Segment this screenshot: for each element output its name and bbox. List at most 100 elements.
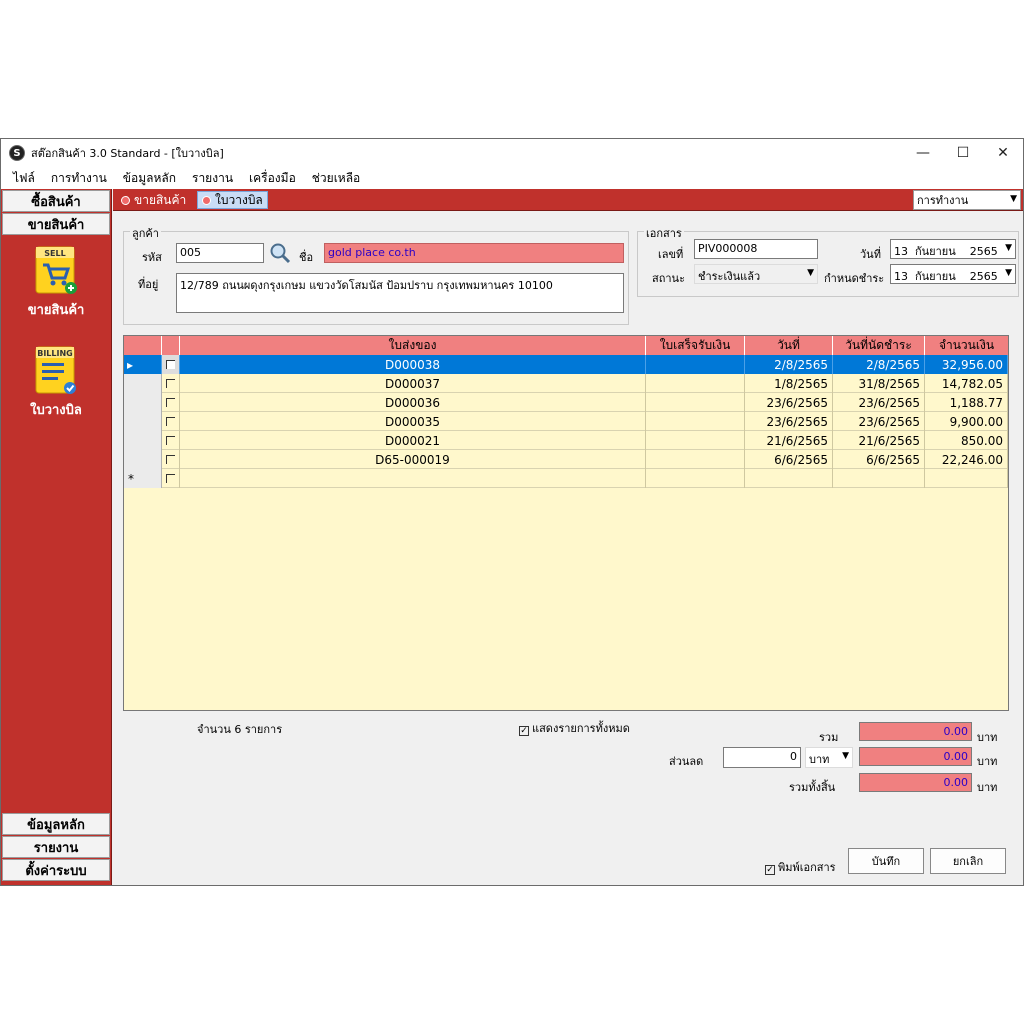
due-date-picker[interactable]: 13 กันยายน 2565 ▼: [890, 264, 1016, 284]
table-row[interactable]: ▸ D000038 2/8/2565 2/8/2565 32,956.00: [124, 355, 1008, 374]
table-row[interactable]: D000036 23/6/2565 23/6/2565 1,188.77: [124, 393, 1008, 412]
table-row[interactable]: D000021 21/6/2565 21/6/2565 850.00: [124, 431, 1008, 450]
cell-date[interactable]: [745, 469, 833, 488]
menu-bar: ไฟล์ การทำงาน ข้อมูลหลัก รายงาน เครื่องม…: [1, 167, 1023, 189]
maximize-icon[interactable]: ☐: [943, 139, 983, 167]
grid-header-date[interactable]: วันที่: [745, 336, 833, 355]
checkbox-checked-icon: ✓: [765, 865, 775, 875]
tab-billing[interactable]: ใบวางบิล: [197, 191, 268, 209]
sidebar-sell-button[interactable]: ขายสินค้า: [2, 213, 110, 235]
customer-code-label: รหัส: [142, 251, 162, 264]
cell-delivery[interactable]: [180, 469, 646, 488]
date-month: กันยายน: [915, 245, 956, 258]
cell-amount: 14,782.05: [925, 374, 1008, 393]
table-row[interactable]: D000035 23/6/2565 23/6/2565 9,900.00: [124, 412, 1008, 431]
row-selector[interactable]: [124, 374, 162, 393]
invoice-grid: ใบส่งของ ใบเสร็จรับเงิน วันที่ วันที่นัด…: [123, 335, 1009, 711]
row-selector[interactable]: [124, 431, 162, 450]
document-number-label: เลขที่: [658, 248, 684, 261]
customer-name-field[interactable]: gold place co.th: [324, 243, 624, 263]
cell-due: 21/6/2565: [833, 431, 925, 450]
table-row-new[interactable]: *: [124, 469, 1008, 488]
grand-total-field: 0.00: [859, 773, 972, 792]
date-day: 13: [894, 245, 908, 258]
app-window: S สต๊อกสินค้า 3.0 Standard - [ใบวางบิล] …: [0, 138, 1024, 886]
row-selector[interactable]: ▸: [124, 355, 162, 374]
grand-total-currency: บาท: [977, 781, 998, 794]
table-row[interactable]: D65-000019 6/6/2565 6/6/2565 22,246.00: [124, 450, 1008, 469]
sidebar-reports-button[interactable]: รายงาน: [2, 836, 110, 858]
document-date-label: วันที่: [860, 248, 881, 261]
due-month: กันยายน: [915, 270, 956, 283]
grid-header-receipt[interactable]: ใบเสร็จรับเงิน: [646, 336, 745, 355]
sidebar: ซื้อสินค้า ขายสินค้า SELL ขายสินค้า BILL…: [1, 189, 112, 885]
sidebar-tile-sell-label: ขายสินค้า: [27, 303, 85, 318]
save-button[interactable]: บันทึก: [848, 848, 924, 874]
sidebar-settings-button[interactable]: ตั้งค่าระบบ: [2, 859, 110, 881]
document-group: เอกสาร เลขที่ PIV000008 วันที่ 13 กันยาย…: [637, 224, 1019, 297]
row-checkbox[interactable]: [162, 450, 180, 469]
menu-file[interactable]: ไฟล์: [1, 169, 43, 188]
row-checkbox[interactable]: [162, 355, 180, 374]
sidebar-master-data-button[interactable]: ข้อมูลหลัก: [2, 813, 110, 835]
menu-reports[interactable]: รายงาน: [184, 169, 241, 188]
menu-help[interactable]: ช่วยเหลือ: [304, 169, 369, 188]
status-dropdown[interactable]: ชำระเงินแล้ว ▼: [694, 264, 818, 284]
table-row[interactable]: D000037 1/8/2565 31/8/2565 14,782.05: [124, 374, 1008, 393]
new-row-marker: *: [124, 469, 162, 488]
discount-unit-dropdown[interactable]: บาท ▼: [805, 747, 853, 768]
row-selector[interactable]: [124, 412, 162, 431]
cell-amount[interactable]: [925, 469, 1008, 488]
row-checkbox[interactable]: [162, 412, 180, 431]
grid-header-amount[interactable]: จำนวนเงิน: [925, 336, 1008, 355]
customer-group-title: ลูกค้า: [130, 224, 161, 242]
tab-sell-label: ขายสินค้า: [134, 192, 187, 207]
operations-dropdown[interactable]: การทำงาน ▼: [913, 190, 1021, 210]
show-all-checkbox[interactable]: ✓ แสดงรายการทั้งหมด: [519, 719, 630, 737]
cell-amount: 22,246.00: [925, 450, 1008, 469]
customer-code-input[interactable]: 005: [176, 243, 264, 263]
grid-header-due[interactable]: วันที่นัดชำระ: [833, 336, 925, 355]
shopping-cart-icon: SELL: [33, 245, 79, 295]
menu-master-data[interactable]: ข้อมูลหลัก: [115, 169, 184, 188]
cell-due: 23/6/2565: [833, 412, 925, 431]
document-date-picker[interactable]: 13 กันยายน 2565 ▼: [890, 239, 1016, 259]
row-selector[interactable]: [124, 393, 162, 412]
cancel-button[interactable]: ยกเลิก: [930, 848, 1006, 874]
discount-unit-value: บาท: [809, 753, 830, 766]
discount-input[interactable]: 0: [723, 747, 801, 768]
sidebar-tile-sell[interactable]: SELL ขายสินค้า: [11, 245, 101, 320]
print-document-checkbox[interactable]: ✓ พิมพ์เอกสาร: [765, 858, 836, 876]
menu-tools[interactable]: เครื่องมือ: [241, 169, 304, 188]
cell-receipt[interactable]: [646, 469, 745, 488]
due-date-label: กำหนดชำระ: [824, 272, 885, 285]
sidebar-buy-button[interactable]: ซื้อสินค้า: [2, 190, 110, 212]
search-icon[interactable]: [269, 242, 291, 264]
row-checkbox[interactable]: [162, 469, 180, 488]
grid-header-delivery[interactable]: ใบส่งของ: [180, 336, 646, 355]
minimize-icon[interactable]: —: [903, 139, 943, 167]
document-number-input[interactable]: PIV000008: [694, 239, 818, 259]
menu-operations[interactable]: การทำงาน: [43, 169, 115, 188]
row-checkbox[interactable]: [162, 374, 180, 393]
total-currency: บาท: [977, 731, 998, 744]
close-icon[interactable]: ✕: [983, 139, 1023, 167]
cell-due[interactable]: [833, 469, 925, 488]
cell-delivery: D000035: [180, 412, 646, 431]
chevron-down-icon: ▼: [1005, 243, 1012, 253]
status-value: ชำระเงินแล้ว: [698, 270, 761, 283]
tab-sell[interactable]: ขายสินค้า: [117, 191, 190, 209]
row-checkbox[interactable]: [162, 393, 180, 412]
document-tabs: ขายสินค้า ใบวางบิล การทำงาน ▼: [113, 189, 1023, 211]
tab-dot-icon: [121, 195, 130, 205]
sidebar-tile-billing[interactable]: BILLING ใบวางบิล: [11, 345, 101, 420]
title-bar: S สต๊อกสินค้า 3.0 Standard - [ใบวางบิล] …: [1, 139, 1023, 167]
row-selector[interactable]: [124, 450, 162, 469]
record-count: จำนวน 6 รายการ: [197, 723, 283, 736]
total-label: รวม: [819, 731, 839, 744]
cell-date: 23/6/2565: [745, 393, 833, 412]
due-day: 13: [894, 270, 908, 283]
cell-receipt: [646, 355, 745, 374]
customer-address-field[interactable]: 12/789 ถนนผดุงกรุงเกษม แขวงวัดโสมนัส ป้อ…: [176, 273, 624, 313]
row-checkbox[interactable]: [162, 431, 180, 450]
